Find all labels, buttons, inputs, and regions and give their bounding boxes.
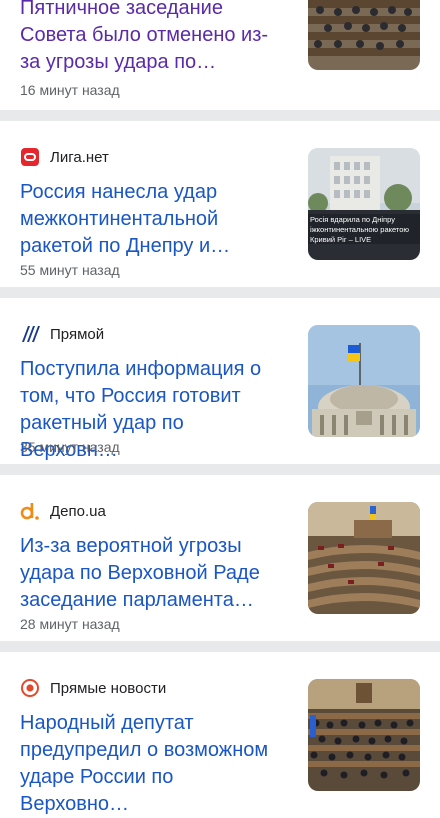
news-source[interactable]: Лига.нет: [20, 147, 109, 167]
news-timestamp: 16 минут назад: [20, 82, 120, 98]
news-card[interactable]: Прямые новости Народный депутат предупре…: [0, 652, 440, 815]
news-source-name: Прямые новости: [50, 679, 167, 697]
thumb-caption-line: іжконтинентальною ракетою: [310, 225, 409, 234]
news-source-name: Прямой: [50, 325, 105, 343]
news-timestamp: 35 минут назад: [20, 439, 120, 455]
news-thumbnail[interactable]: [308, 325, 420, 437]
news-card[interactable]: Пятничное заседание Совета было отменено…: [0, 0, 440, 121]
news-headline[interactable]: Из-за вероятной угрозы удара по Верховно…: [20, 533, 282, 614]
thumb-caption-line: Росія вдарила по Дніпру: [310, 215, 395, 224]
liga-logo-icon: [20, 147, 40, 167]
news-card[interactable]: Депо.ua Из-за вероятной угрозы удара по …: [0, 475, 440, 652]
news-card[interactable]: Лига.нет Россия нанесла удар межконтинен…: [0, 121, 440, 298]
news-thumbnail[interactable]: [308, 502, 420, 614]
news-card[interactable]: Прямой Поступила информация о том, что Р…: [0, 298, 440, 475]
news-thumbnail[interactable]: Росія вдарила по Дніпру іжконтинентально…: [308, 148, 420, 260]
news-headline[interactable]: Народный депутат предупредил о возможном…: [20, 710, 282, 818]
thumb-caption-line: Кривий Ріг – LIVE: [310, 235, 371, 244]
pryamye-novosti-logo-icon: [20, 678, 40, 698]
news-timestamp: 28 минут назад: [20, 616, 120, 632]
news-headline[interactable]: Россия нанесла удар межконтинентальной р…: [20, 179, 282, 260]
news-thumbnail[interactable]: [308, 679, 420, 791]
pryamoy-logo-icon: [20, 324, 40, 344]
news-source[interactable]: Депо.ua: [20, 501, 106, 521]
news-timestamp: 55 минут назад: [20, 262, 120, 278]
news-source-name: Лига.нет: [50, 148, 109, 166]
news-source-name: Депо.ua: [50, 502, 106, 520]
news-headline[interactable]: Пятничное заседание Совета было отменено…: [20, 0, 282, 76]
news-source[interactable]: Прямой: [20, 324, 104, 344]
news-feed: Пятничное заседание Совета было отменено…: [0, 0, 440, 815]
news-thumbnail[interactable]: [308, 0, 420, 70]
news-source[interactable]: Прямые новости: [20, 678, 166, 698]
depo-logo-icon: [20, 501, 40, 521]
